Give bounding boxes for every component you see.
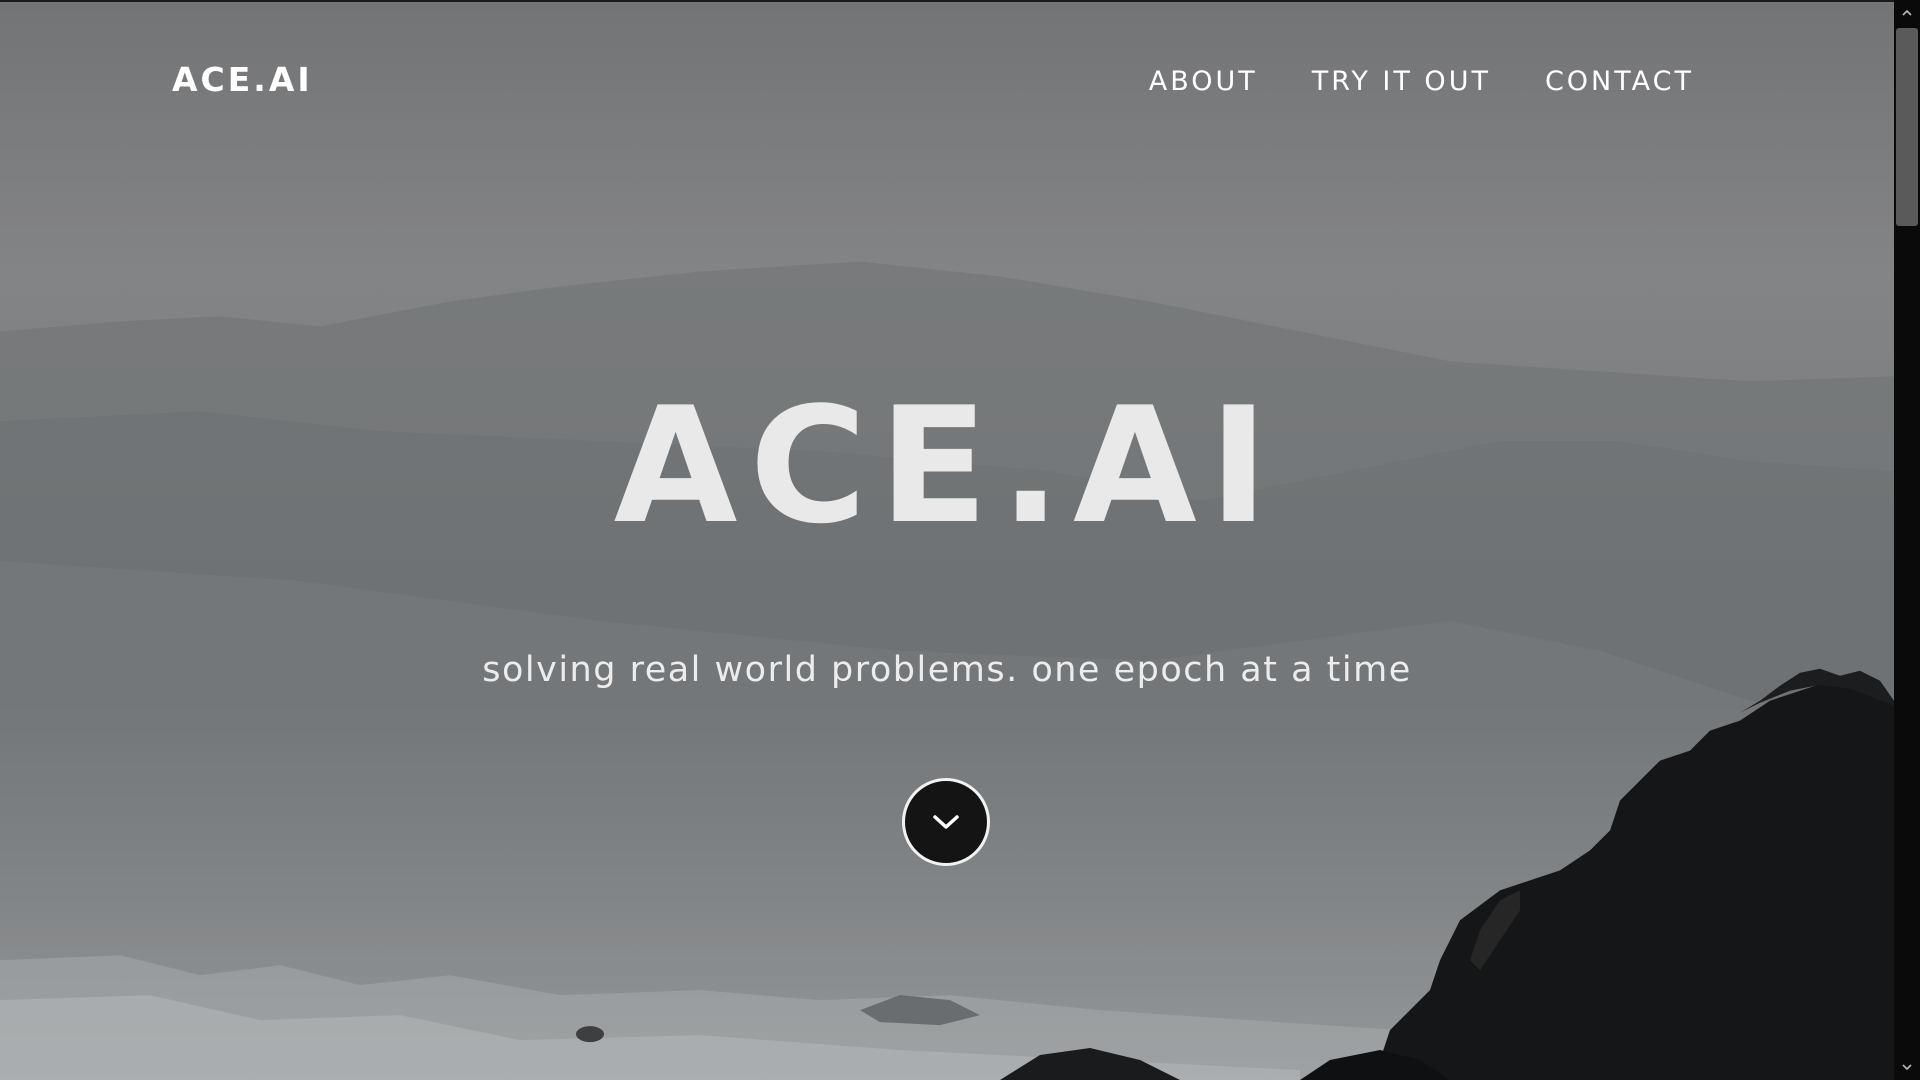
scroll-up-arrow[interactable] bbox=[1894, 2, 1920, 24]
chevron-down-small-icon bbox=[1902, 1064, 1912, 1071]
nav-link-about[interactable]: ABOUT bbox=[1149, 66, 1258, 97]
site-header: ACE.AI ABOUT TRY IT OUT CONTACT bbox=[0, 2, 1894, 162]
scrollbar-thumb[interactable] bbox=[1896, 28, 1918, 226]
hero-subtitle: solving real world problems. one epoch a… bbox=[482, 650, 1412, 690]
logo-link[interactable]: ACE.AI bbox=[172, 60, 313, 99]
chevron-up-icon bbox=[1902, 9, 1912, 16]
page-scrollbar[interactable] bbox=[1894, 0, 1920, 1080]
main-nav: ABOUT TRY IT OUT CONTACT bbox=[1149, 66, 1694, 97]
scroll-down-arrow[interactable] bbox=[1894, 1056, 1920, 1078]
chevron-down-icon bbox=[933, 815, 959, 829]
nav-link-contact[interactable]: CONTACT bbox=[1545, 66, 1694, 97]
nav-link-try-it-out[interactable]: TRY IT OUT bbox=[1312, 66, 1491, 97]
scroll-down-button[interactable] bbox=[902, 778, 990, 866]
hero-title: ACE.AI bbox=[613, 372, 1281, 559]
page-viewport: ACE.AI ABOUT TRY IT OUT CONTACT ACE.AI s… bbox=[0, 0, 1894, 1080]
